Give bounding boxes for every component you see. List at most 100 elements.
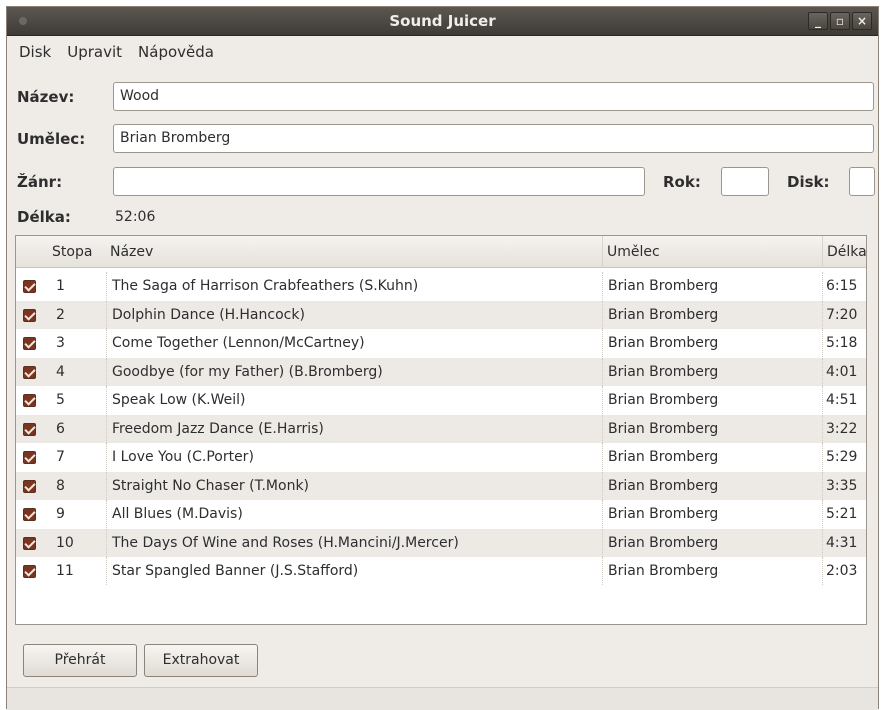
statusbar	[7, 687, 878, 710]
titlebar[interactable]: Sound Juicer _ ▫ ×	[7, 7, 878, 36]
track-checkbox[interactable]	[23, 280, 36, 293]
maximize-button[interactable]: ▫	[830, 12, 850, 30]
column-separator	[822, 528, 823, 557]
minimize-button[interactable]: _	[808, 12, 828, 30]
column-separator	[602, 528, 603, 557]
track-title-cell: Straight No Chaser (T.Monk)	[112, 477, 310, 494]
table-row[interactable]: 9 All Blues (M.Davis) Brian Bromberg 5:21	[16, 500, 866, 528]
table-row[interactable]: 10 The Days Of Wine and Roses (H.Mancini/…	[16, 528, 866, 557]
track-artist-cell: Brian Bromberg	[608, 563, 719, 579]
disc-label: Disk:	[787, 173, 830, 191]
track-checkbox[interactable]	[23, 422, 36, 436]
column-separator	[822, 357, 823, 386]
column-separator	[106, 272, 107, 300]
column-separator	[602, 500, 603, 528]
column-separator	[602, 414, 603, 443]
table-row[interactable]: 5 Speak Low (K.Weil) Brian Bromberg 4:51	[16, 386, 866, 414]
track-artist-cell: Brian Bromberg	[608, 449, 719, 465]
close-button[interactable]: ×	[852, 12, 872, 30]
column-separator	[822, 471, 823, 500]
track-artist-cell: Brian Bromberg	[608, 306, 719, 323]
track-duration-cell: 4:51	[826, 392, 858, 408]
column-separator	[106, 528, 107, 557]
track-checkbox[interactable]	[23, 337, 36, 350]
track-artist-cell: Brian Bromberg	[608, 420, 719, 437]
track-number-cell: 9	[56, 506, 65, 522]
column-separator	[602, 386, 603, 414]
table-row[interactable]: 11 Star Spangled Banner (J.S.Stafford) Bri…	[16, 557, 866, 585]
track-number-cell: 3	[56, 335, 65, 351]
column-separator	[822, 500, 823, 528]
column-separator	[822, 443, 823, 471]
track-title-cell: The Days Of Wine and Roses (H.Mancini/J.…	[112, 534, 459, 551]
table-row[interactable]: 4 Goodbye (for my Father) (B.Bromberg) Bri…	[16, 357, 866, 386]
disc-field[interactable]	[849, 167, 875, 196]
year-field[interactable]	[721, 167, 769, 196]
column-separator	[106, 386, 107, 414]
genre-field[interactable]	[113, 167, 645, 196]
window-controls: _ ▫ ×	[808, 12, 872, 30]
track-title-cell: Freedom Jazz Dance (E.Harris)	[112, 420, 324, 437]
duration-value: 52:06	[115, 209, 156, 225]
column-separator	[822, 557, 823, 585]
extract-button[interactable]: Extrahovat	[144, 644, 258, 677]
track-list[interactable]: Stopa Název Umělec Délka 1 The Saga of Ha…	[15, 235, 867, 625]
table-row[interactable]: 8 Straight No Chaser (T.Monk) Brian Brombe…	[16, 471, 866, 500]
header-title[interactable]: Název	[106, 236, 602, 268]
menu-help[interactable]: Nápověda	[130, 43, 222, 61]
track-duration-cell: 6:15	[826, 278, 858, 294]
track-checkbox[interactable]	[23, 308, 36, 322]
table-row[interactable]: 3 Come Together (Lennon/McCartney) Brian B…	[16, 329, 866, 357]
track-duration-cell: 5:21	[826, 506, 858, 522]
menu-disk[interactable]: Disk	[11, 43, 59, 61]
track-checkbox[interactable]	[23, 451, 36, 464]
track-title-cell: Come Together (Lennon/McCartney)	[112, 335, 365, 351]
track-artist-cell: Brian Bromberg	[608, 534, 719, 551]
track-duration-cell: 4:31	[826, 534, 858, 551]
column-separator	[106, 443, 107, 471]
track-number-cell: 11	[56, 563, 74, 579]
track-list-header: Stopa Název Umělec Délka	[16, 236, 866, 268]
artist-field[interactable]: Brian Bromberg	[113, 124, 874, 153]
column-separator	[106, 329, 107, 357]
track-title-cell: All Blues (M.Davis)	[112, 506, 243, 522]
track-number-cell: 2	[56, 306, 65, 323]
track-duration-cell: 3:35	[826, 477, 858, 494]
header-track-number[interactable]: Stopa	[48, 236, 106, 268]
year-label: Rok:	[663, 173, 701, 191]
track-title-cell: I Love You (C.Porter)	[112, 449, 254, 465]
genre-label: Žánr:	[17, 173, 63, 191]
column-separator	[602, 471, 603, 500]
track-checkbox[interactable]	[23, 536, 36, 550]
title-field[interactable]: Wood	[113, 82, 874, 111]
column-separator	[822, 272, 823, 300]
menu-edit[interactable]: Upravit	[59, 43, 130, 61]
column-separator	[106, 300, 107, 329]
header-artist[interactable]: Umělec	[602, 236, 822, 268]
play-button[interactable]: Přehrát	[23, 644, 137, 677]
track-artist-cell: Brian Bromberg	[608, 278, 719, 294]
column-separator	[822, 300, 823, 329]
column-separator	[106, 557, 107, 585]
track-number-cell: 1	[56, 278, 65, 294]
menubar: Disk Upravit Nápověda	[7, 37, 878, 67]
track-number-cell: 4	[56, 363, 65, 380]
column-separator	[822, 414, 823, 443]
column-separator	[602, 357, 603, 386]
track-checkbox[interactable]	[23, 365, 36, 379]
table-row[interactable]: 2 Dolphin Dance (H.Hancock) Brian Bromberg…	[16, 300, 866, 329]
app-window: Sound Juicer _ ▫ × Disk Upravit Nápověda…	[6, 6, 879, 710]
table-row[interactable]: 7 I Love You (C.Porter) Brian Bromberg 5:29	[16, 443, 866, 471]
track-checkbox[interactable]	[23, 479, 36, 493]
track-checkbox[interactable]	[23, 565, 36, 578]
track-number-cell: 7	[56, 449, 65, 465]
header-duration[interactable]: Délka	[822, 236, 866, 268]
track-checkbox[interactable]	[23, 508, 36, 521]
header-check-column[interactable]	[16, 236, 48, 268]
track-title-cell: Dolphin Dance (H.Hancock)	[112, 306, 305, 323]
table-row[interactable]: 6 Freedom Jazz Dance (E.Harris) Brian Brom…	[16, 414, 866, 443]
table-row[interactable]: 1 The Saga of Harrison Crabfeathers (S.Ku…	[16, 272, 866, 300]
track-duration-cell: 3:22	[826, 420, 858, 437]
track-checkbox[interactable]	[23, 394, 36, 407]
track-artist-cell: Brian Bromberg	[608, 363, 719, 380]
